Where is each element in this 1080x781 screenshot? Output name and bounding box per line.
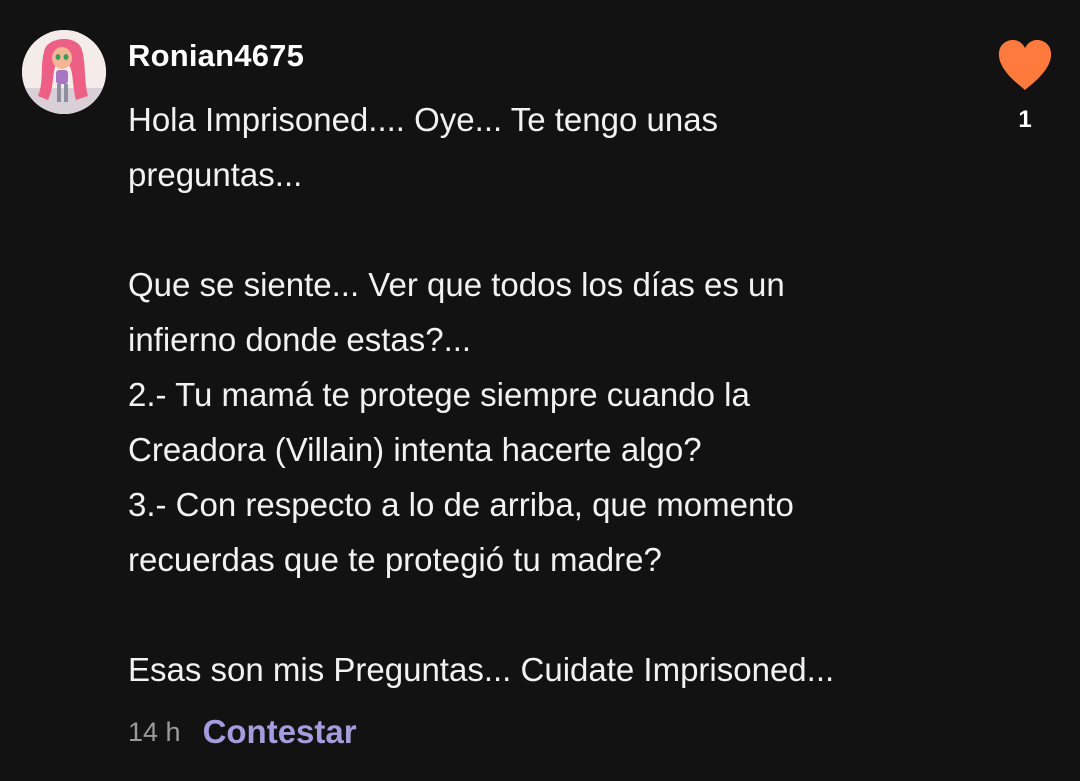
comment-body: Hola Imprisoned.... Oye... Te tengo unas… [128,92,888,697]
like-count: 1 [1018,106,1032,133]
heart-icon [998,40,1052,90]
avatar-image [22,30,106,114]
comment-paragraph: Esas son mis Preguntas... Cuidate Impris… [128,651,835,688]
comment-paragraph [128,587,888,642]
comment-username[interactable]: Ronian4675 [128,38,304,74]
comment-item: Ronian4675 Hola Imprisoned.... Oye... Te… [0,0,1080,781]
comment-meta: 14 h Contestar [128,710,357,754]
comment-paragraph [128,202,888,257]
comment-paragraph: Que se siente... Ver que todos los días … [128,266,794,578]
user-avatar[interactable] [22,30,106,114]
like-button[interactable] [996,38,1054,92]
comment-paragraph: Hola Imprisoned.... Oye... Te tengo unas… [128,101,719,193]
comment-timestamp: 14 h [128,716,181,747]
reply-button[interactable]: Contestar [203,713,357,751]
